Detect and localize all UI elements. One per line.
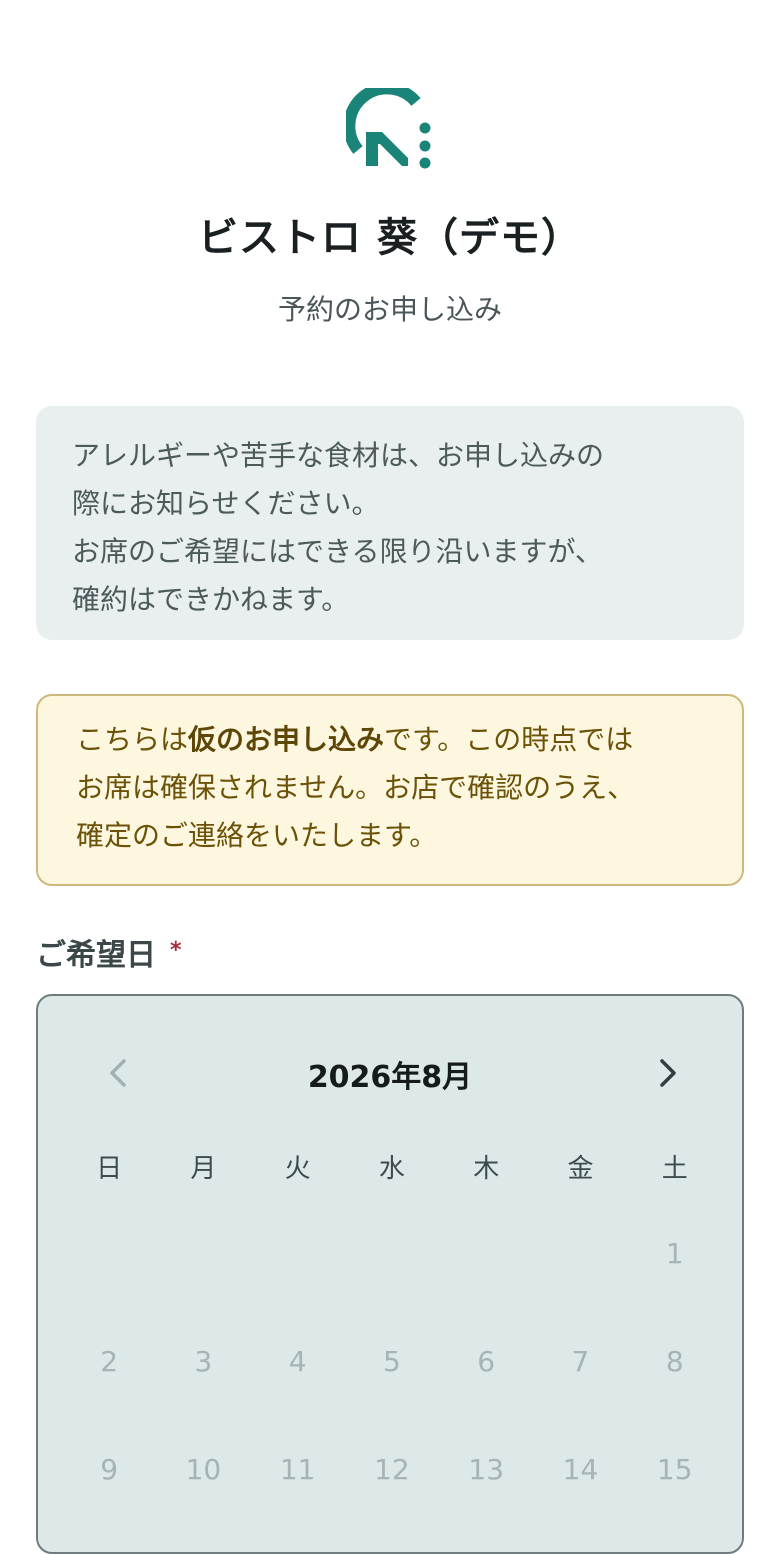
- warning-emphasis: 仮のお申し込み: [188, 723, 385, 756]
- warning-suffix: です。この時点では: [384, 723, 634, 756]
- date-picker-calendar: 2026年8月 日 月 火 水 木 金 土 1 2 3 4 5 6 7 8 9 …: [36, 994, 744, 1554]
- page-subtitle: 予約のお申し込み: [277, 293, 502, 326]
- weekday-label: 木: [473, 1154, 500, 1184]
- weekday-label: 日: [96, 1154, 123, 1184]
- chevron-right-icon[interactable]: [652, 1056, 682, 1090]
- allergy-info-notice: アレルギーや苦手な食材は、お申し込みの 際にお知らせください。 お席のご希望には…: [36, 406, 744, 640]
- day-cell-disabled: 15: [656, 1452, 693, 1486]
- day-cell-empty: [251, 1216, 345, 1290]
- day-cell-disabled: 5: [383, 1344, 401, 1378]
- warning-line: お席は確保されません。お店で確認のうえ、: [76, 771, 636, 804]
- notice-line: アレルギーや苦手な食材は、お申し込みの: [72, 439, 605, 472]
- provisional-warning: こちらは仮のお申し込みです。この時点では お席は確保されません。お店で確認のうえ…: [36, 694, 744, 886]
- weekday-label: 土: [661, 1154, 688, 1184]
- weekday-label: 金: [567, 1154, 594, 1184]
- warning-prefix: こちらは: [76, 723, 189, 756]
- day-cell-empty: [62, 1216, 156, 1290]
- day-cell-disabled: 4: [288, 1344, 307, 1378]
- date-label-text: ご希望日: [36, 938, 156, 973]
- day-cell-disabled: 7: [571, 1344, 590, 1378]
- warning-line: こちらは仮のお申し込みです。この時点では: [76, 716, 704, 764]
- weekday-label: 月: [190, 1154, 217, 1184]
- day-cell-empty: [345, 1216, 439, 1290]
- day-cell-disabled: 14: [562, 1452, 599, 1486]
- day-grid: 1 2 3 4 5 6 7 8 9 10 11 12 13 14 15: [62, 1216, 722, 1540]
- day-cell-disabled: 10: [185, 1452, 222, 1486]
- weekday-header: 日 月 火 水 木 金 土: [62, 1148, 722, 1185]
- day-cell-disabled: 9: [100, 1452, 119, 1486]
- day-cell-empty: [533, 1216, 627, 1290]
- notice-line: 確約はできかねます。: [72, 583, 350, 616]
- weekday-label: 水: [378, 1154, 405, 1184]
- day-cell-disabled: 6: [477, 1344, 496, 1378]
- brand-logo-icon: [346, 88, 431, 169]
- date-field-label: ご希望日 *: [36, 930, 182, 974]
- day-cell-disabled: 13: [468, 1452, 505, 1486]
- restaurant-name: ビストロ 葵（デモ）: [198, 215, 582, 261]
- day-cell-empty: [439, 1216, 533, 1290]
- notice-line: お席のご希望にはできる限り沿いますが、: [72, 535, 603, 568]
- notice-line: 際にお知らせください。: [72, 487, 380, 520]
- warning-line: 確定のご連絡をいたします。: [76, 819, 438, 852]
- month-label: 2026年8月: [307, 1060, 473, 1095]
- day-cell-disabled: 8: [665, 1344, 684, 1378]
- day-cell-disabled: 2: [100, 1344, 119, 1378]
- day-cell-disabled: 3: [194, 1344, 213, 1378]
- day-cell-disabled: 12: [374, 1452, 410, 1486]
- reservation-page: ビストロ 葵（デモ） 予約のお申し込み アレルギーや苦手な食材は、お申し込みの …: [0, 0, 780, 1554]
- weekday-label: 火: [284, 1154, 311, 1184]
- required-mark: *: [170, 938, 182, 963]
- day-cell-disabled: 11: [279, 1452, 316, 1486]
- day-cell-empty: [156, 1216, 250, 1290]
- day-cell-disabled: 1: [665, 1236, 684, 1270]
